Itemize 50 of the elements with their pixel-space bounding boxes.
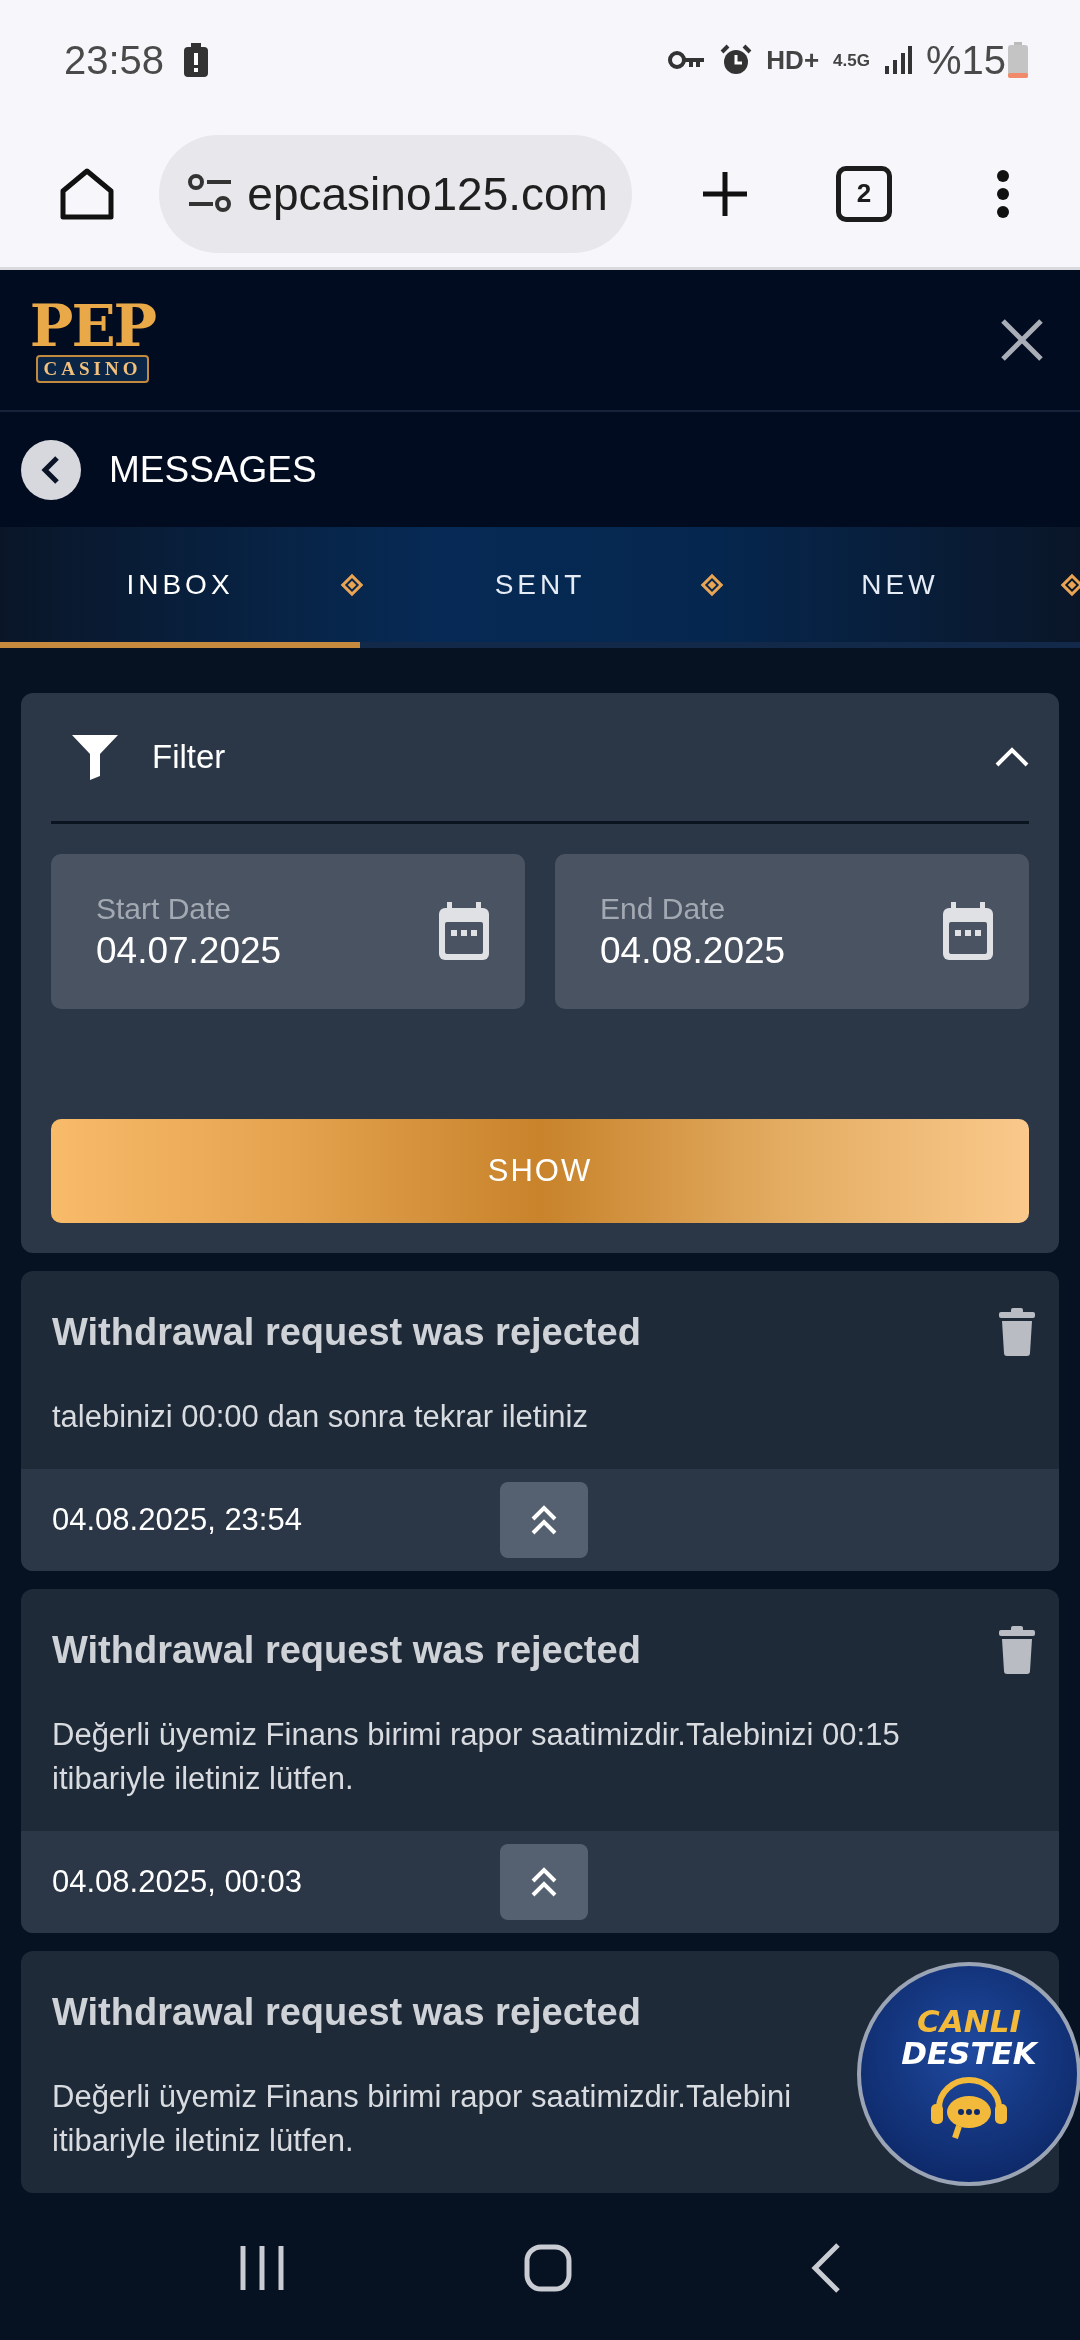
recent-apps-button[interactable]	[239, 2243, 286, 2292]
hd-voice-label: HD+	[766, 44, 820, 76]
tab[interactable]: SENT	[488, 567, 592, 602]
back-button[interactable]	[810, 2242, 841, 2293]
clock-time: 23:58	[64, 37, 165, 83]
battery-alert-icon	[184, 43, 209, 77]
tab[interactable]: NEW	[855, 567, 945, 602]
menu-icon	[996, 168, 1011, 219]
double-chevron-up-icon	[530, 1503, 558, 1537]
date-field[interactable]: End Date 04.08.2025	[555, 854, 1029, 1009]
tab-switcher-button[interactable]: 2	[817, 143, 911, 244]
date-field[interactable]: Start Date 04.07.2025	[51, 854, 525, 1009]
home-icon	[58, 166, 115, 221]
message-title: Withdrawal request was rejected	[52, 1628, 641, 1672]
message-date: 04.08.2025, 23:54	[52, 1502, 303, 1538]
network-type-label: 4.5G	[833, 51, 870, 69]
alarm-icon	[720, 44, 753, 76]
collapse-button[interactable]	[500, 1482, 588, 1558]
message-date: 04.08.2025, 00:03	[52, 1864, 303, 1900]
battery-icon	[1008, 42, 1028, 78]
message-title: Withdrawal request was rejected	[52, 1310, 641, 1354]
tune-icon	[187, 173, 234, 214]
calendar-icon	[941, 901, 995, 962]
close-button[interactable]	[1000, 318, 1044, 362]
field-value: 04.07.2025	[96, 929, 283, 972]
delete-button[interactable]	[999, 1308, 1035, 1356]
double-chevron-up-icon	[530, 1865, 558, 1899]
signal-icon	[883, 46, 912, 74]
collapse-button[interactable]	[500, 1844, 588, 1920]
casino-logo[interactable]: PEP CASINO	[20, 297, 165, 383]
tab[interactable]: INBOX	[120, 567, 240, 602]
address-bar[interactable]: epcasino125.com	[159, 134, 632, 253]
headset-icon	[929, 2075, 1009, 2142]
battery-percent: %15	[925, 37, 1006, 83]
key-icon	[668, 50, 707, 70]
field-value: 04.08.2025	[600, 929, 787, 972]
page-title: MESSAGES	[109, 448, 317, 491]
url-text: epcasino125.com	[247, 166, 608, 221]
collapse-button[interactable]	[995, 746, 1029, 768]
message-text: talebinizi 00:00 dan sonra tekrar iletiniz	[52, 1398, 588, 1436]
delete-button[interactable]	[999, 1626, 1035, 1674]
field-label: End Date	[600, 891, 727, 926]
home-button[interactable]	[524, 2243, 572, 2292]
message-title: Withdrawal request was rejected	[52, 1990, 641, 2034]
calendar-icon	[437, 901, 491, 962]
filter-icon	[72, 734, 118, 780]
message-text: Değerli üyemiz Finans birimi rapor saatimizdir.Talebini itibariyle iletiniz lütfen.	[52, 2078, 792, 2160]
field-label: Start Date	[96, 891, 233, 926]
message-text: Değerli üyemiz Finans birimi rapor saatimizdir.Talebinizi 00:15 itibariyle iletiniz lütfen.	[52, 1716, 900, 1798]
filter-title: Filter	[152, 738, 226, 776]
